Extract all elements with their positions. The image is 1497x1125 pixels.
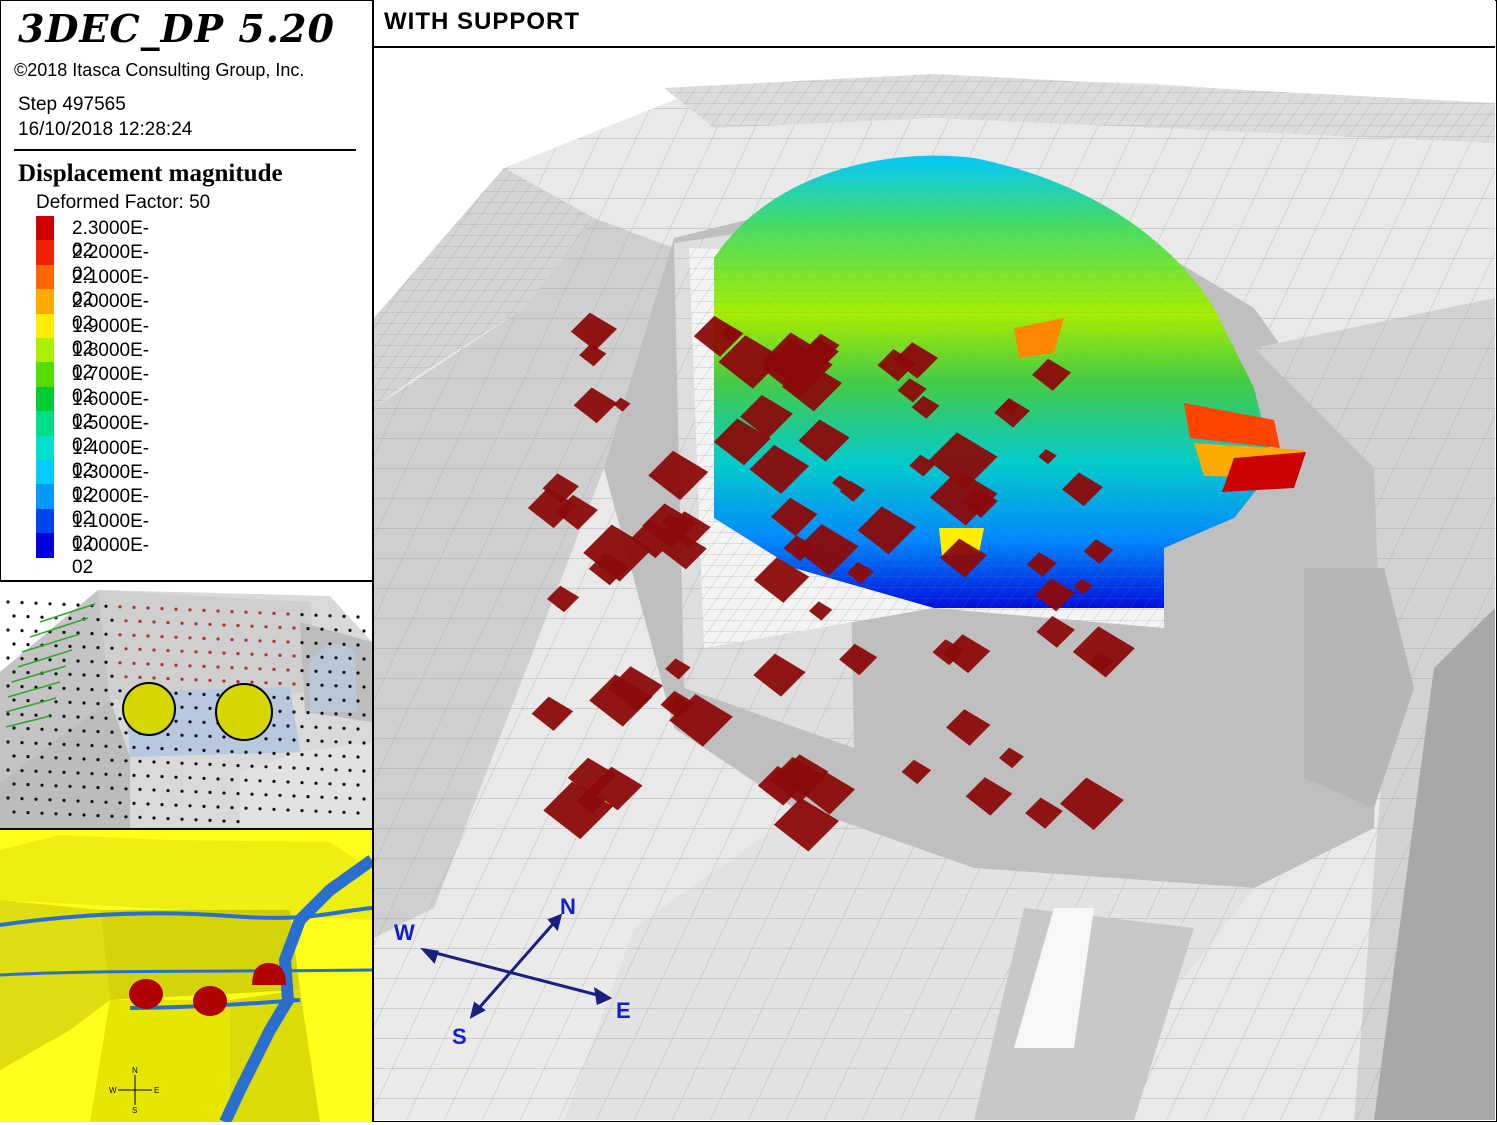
thumb-compass-s: S xyxy=(132,1106,137,1115)
deformed-factor: Deformed Factor: 50 xyxy=(36,192,211,213)
legend-label: 1.0000E-02 xyxy=(72,535,150,579)
compass-east-label: E xyxy=(616,998,631,1023)
legend-swatch xyxy=(36,362,54,388)
datetime-text: 16/10/2018 12:28:24 xyxy=(18,119,193,140)
legend-swatch xyxy=(36,533,54,559)
view-title-bar: WITH SUPPORT xyxy=(374,0,1495,48)
copyright-text: ©2018 Itasca Consulting Group, Inc. xyxy=(14,60,305,80)
compass-north-label: N xyxy=(560,894,576,919)
geology-thumbnail: N S E W xyxy=(0,830,372,1122)
legend-swatch xyxy=(36,411,54,437)
support-thumbnail xyxy=(0,582,372,830)
model-render xyxy=(374,48,1495,1120)
model-view[interactable]: N S E W xyxy=(374,48,1495,1120)
legend-swatch xyxy=(36,216,54,241)
app-title: 3DEC_DP 5.20 xyxy=(18,6,335,51)
legend-swatch xyxy=(36,313,54,339)
step-text: Step 497565 xyxy=(18,94,126,115)
legend-panel: 3DEC_DP 5.20 ©2018 Itasca Consulting Gro… xyxy=(0,0,372,582)
legend-swatch xyxy=(36,459,54,485)
left-column: 3DEC_DP 5.20 ©2018 Itasca Consulting Gro… xyxy=(0,0,374,1122)
thumb-compass-e: E xyxy=(154,1086,159,1095)
thumb-compass-w: W xyxy=(109,1086,117,1095)
divider xyxy=(14,149,356,151)
legend-swatch xyxy=(36,435,54,461)
compass-south-label: S xyxy=(452,1024,467,1049)
view-title: WITH SUPPORT xyxy=(384,8,580,35)
support-thumbnail-image xyxy=(0,582,372,828)
legend-swatch xyxy=(36,264,54,290)
legend-swatch xyxy=(36,289,54,315)
thumb-compass-n: N xyxy=(132,1066,138,1075)
geology-thumbnail-image: N S E W xyxy=(0,830,372,1122)
compass-west-label: W xyxy=(394,920,415,945)
legend-title: Displacement magnitude xyxy=(18,160,283,187)
legend-swatch xyxy=(36,337,54,363)
main-viewport: WITH SUPPORT N S E W xyxy=(374,0,1495,1120)
legend-swatch xyxy=(36,386,54,412)
legend-swatch xyxy=(36,508,54,534)
legend-swatch xyxy=(36,484,54,510)
legend-swatch xyxy=(36,240,54,266)
